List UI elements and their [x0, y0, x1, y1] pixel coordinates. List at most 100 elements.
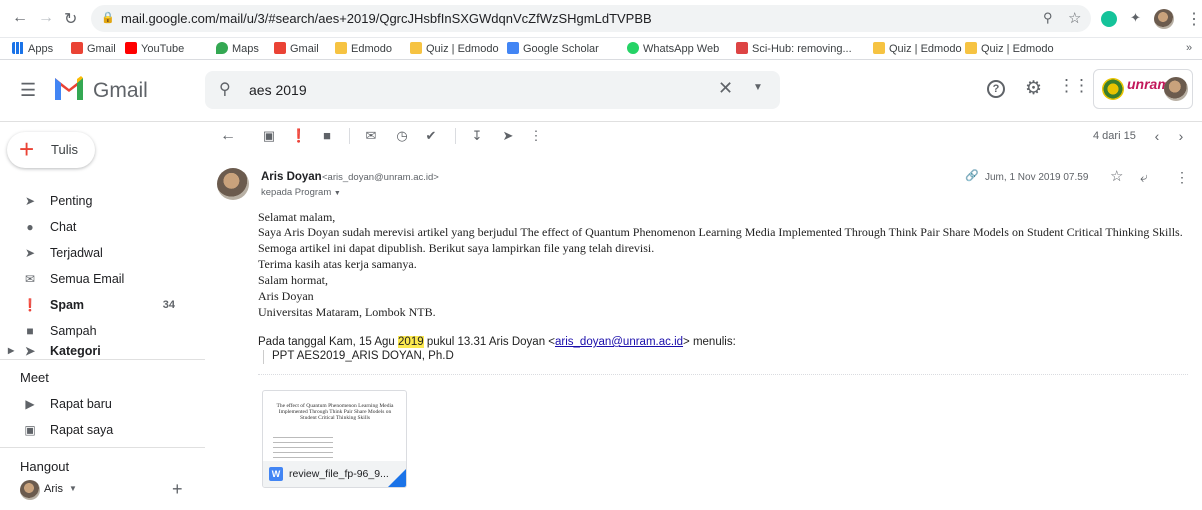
add-to-tasks-icon[interactable]: ✔	[422, 127, 440, 145]
archive-icon[interactable]: ▣	[260, 127, 278, 145]
email-link[interactable]: aris_doyan@unram.ac.id	[555, 336, 683, 348]
labels-icon[interactable]: ➤	[499, 127, 517, 145]
meet-my-meetings[interactable]: ▣ Rapat saya	[0, 417, 205, 443]
browser-menu-icon[interactable]: ⋮	[1186, 9, 1202, 29]
sidebar: + Tulis ➤ Penting ● Chat ➤ Terjadwal ✉ Semua…	[0, 122, 205, 510]
body-line: Terima kasih atas kerja samanya.	[258, 257, 417, 271]
settings-gear-icon[interactable]: ⚙	[1025, 77, 1042, 100]
bookmark-edmodo[interactable]: Edmodo	[335, 42, 392, 55]
browser-toolbar: ← → ↻ 🔒 mail.google.com/mail/u/3/#search…	[0, 0, 1202, 38]
attachment-footer: W review_file_fp-96_9...	[263, 461, 406, 487]
edmodo-icon	[873, 42, 885, 54]
address-bar[interactable]: 🔒 mail.google.com/mail/u/3/#search/aes+2…	[91, 5, 1091, 32]
newer-chevron-icon[interactable]: ‹	[1148, 127, 1166, 145]
scholar-icon	[507, 42, 519, 54]
quote-attribution: Pada tanggal Kam, 15 Agu 2019 pukul 13.3…	[258, 336, 736, 348]
edmodo-icon	[410, 42, 422, 54]
recipient-details-icon[interactable]: ▼	[334, 190, 341, 197]
profile-avatar-icon[interactable]	[1154, 9, 1174, 29]
bookmark-google-scholar[interactable]: Google Scholar	[507, 42, 599, 55]
sidebar-divider	[0, 359, 205, 360]
report-spam-icon[interactable]: ❗	[290, 127, 308, 145]
sender-name[interactable]: Aris Doyan	[261, 171, 322, 183]
reply-icon[interactable]: ⤶	[1140, 169, 1148, 186]
bookmark-maps[interactable]: Maps	[216, 42, 259, 55]
snooze-icon[interactable]: ◷	[393, 127, 411, 145]
attachment-thumbnail-lines	[273, 437, 333, 461]
bookmark-star-icon[interactable]: ☆	[1068, 9, 1081, 27]
search-icon[interactable]: ⚲	[219, 79, 231, 99]
youtube-icon	[125, 42, 137, 54]
label-icon: ➤	[24, 344, 36, 358]
main-menu-icon[interactable]: ☰	[20, 80, 36, 101]
hangout-user[interactable]: Aris ▼	[20, 479, 100, 501]
bookmark-quiz-edmodo-2[interactable]: Quiz | Edmodo	[873, 42, 962, 55]
bookmark-whatsapp[interactable]: WhatsApp Web	[627, 42, 719, 55]
bookmark-gmail-2[interactable]: Gmail	[274, 42, 319, 55]
message-toolbar: ← ▣ ❗ ■ ✉ ◷ ✔ ↧ ➤ ⋮ 4 dari 15 ‹ ›	[205, 122, 1202, 152]
search-options-icon[interactable]: ▼	[753, 82, 763, 93]
sidebar-item-sampah[interactable]: ■ Sampah	[0, 318, 205, 344]
pagination-text: 4 dari 15	[1093, 130, 1136, 142]
bookmark-quiz-edmodo-3[interactable]: Quiz | Edmodo	[965, 42, 1054, 55]
url-text: mail.google.com/mail/u/3/#search/aes+201…	[121, 11, 652, 26]
toolbar-divider-2	[455, 128, 456, 144]
meet-new-meeting[interactable]: ▶ Rapat baru	[0, 391, 205, 417]
more-actions-icon[interactable]: ⋮	[527, 127, 545, 145]
sidebar-item-penting[interactable]: ➤ Penting	[0, 188, 205, 214]
sidebar-item-spam[interactable]: ❗ Spam 34	[0, 292, 205, 318]
body-line: Semoga artikel ini dapat dipublish. Beri…	[258, 241, 655, 255]
sidebar-item-chat[interactable]: ● Chat	[0, 214, 205, 240]
bookmark-youtube[interactable]: YouTube	[125, 42, 184, 55]
bookmark-sci-hub[interactable]: Sci-Hub: removing...	[736, 42, 852, 55]
help-icon[interactable]: ?	[987, 80, 1005, 98]
email-message: Aris Doyan <aris_doyan@unram.ac.id> kepa…	[205, 160, 1202, 510]
trash-icon: ■	[26, 324, 34, 338]
forward-icon[interactable]: →	[38, 9, 54, 27]
search-bar[interactable]: ⚲ ✕ ▼	[205, 71, 780, 109]
account-avatar[interactable]	[1164, 77, 1188, 101]
bookmark-apps[interactable]: Apps	[12, 42, 53, 55]
reload-icon[interactable]: ↻	[64, 9, 77, 29]
gmail-title: Gmail	[93, 79, 148, 102]
gmail-header: ☰ Gmail ⚲ ✕ ▼ ? ⚙ ⋮⋮⋮ unram	[0, 60, 1202, 122]
plus-icon: +	[19, 134, 35, 164]
hangout-status-dropdown-icon[interactable]: ▼	[69, 484, 77, 493]
bookmark-quiz-edmodo[interactable]: Quiz | Edmodo	[410, 42, 499, 55]
attachment-thumbnail-title: The effect of Quantum Phenomenon Learnin…	[276, 403, 394, 421]
account-switcher[interactable]: unram	[1093, 69, 1193, 109]
star-icon[interactable]: ☆	[1110, 167, 1123, 185]
sidebar-item-kategori[interactable]: ▶ ➤ Kategori	[0, 344, 205, 358]
add-hangout-icon[interactable]: +	[172, 479, 183, 500]
meet-heading: Meet	[20, 370, 49, 385]
bookmark-gmail[interactable]: Gmail	[71, 42, 116, 55]
sidebar-item-semua-email[interactable]: ✉ Semua Email	[0, 266, 205, 292]
sender-avatar[interactable]	[217, 168, 249, 200]
spam-count: 34	[162, 299, 175, 311]
recipient-line[interactable]: kepada Program ▼	[261, 187, 341, 198]
sidebar-item-terjadwal[interactable]: ➤ Terjadwal	[0, 240, 205, 266]
attachment-card[interactable]: The effect of Quantum Phenomenon Learnin…	[262, 390, 407, 488]
zoom-icon[interactable]: ⚲	[1043, 10, 1053, 26]
grammarly-icon[interactable]	[1101, 11, 1117, 27]
clear-search-icon[interactable]: ✕	[718, 78, 733, 99]
delete-icon[interactable]: ■	[318, 127, 336, 145]
attachment-name: review_file_fp-96_9...	[289, 468, 389, 480]
back-icon[interactable]: ←	[12, 9, 28, 27]
compose-button[interactable]: + Tulis	[7, 132, 95, 168]
gmail-icon	[71, 42, 83, 54]
message-more-icon[interactable]: ⋮	[1175, 169, 1189, 186]
edmodo-icon	[965, 42, 977, 54]
gmail-logo-icon[interactable]	[53, 74, 85, 102]
edmodo-icon	[335, 42, 347, 54]
move-to-icon[interactable]: ↧	[468, 127, 486, 145]
search-input[interactable]	[249, 80, 689, 100]
bookmarks-overflow-icon[interactable]: »	[1186, 42, 1192, 54]
back-to-search-icon[interactable]: ←	[219, 127, 237, 145]
mark-unread-icon[interactable]: ✉	[362, 127, 380, 145]
older-chevron-icon[interactable]: ›	[1172, 127, 1190, 145]
body-line: Selamat malam,	[258, 210, 336, 224]
extensions-icon[interactable]: ✦	[1130, 10, 1141, 26]
expand-arrow-icon[interactable]: ▶	[8, 344, 14, 358]
body-line: Saya Aris Doyan sudah merevisi artikel y…	[258, 225, 1183, 239]
